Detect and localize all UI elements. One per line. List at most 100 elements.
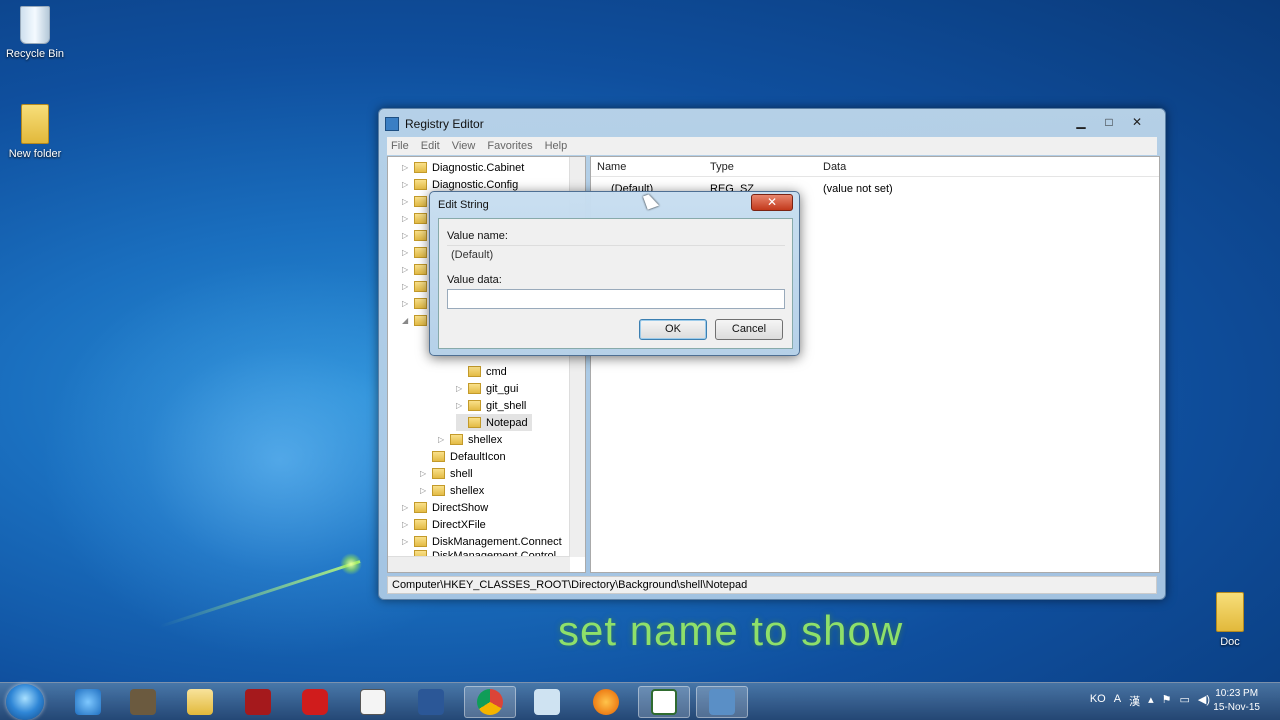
expand-arrow-icon[interactable]: ▷ (402, 299, 412, 308)
desktop-icon-label: New folder (8, 148, 62, 160)
expand-arrow-icon[interactable]: ▷ (402, 248, 412, 257)
tree-item[interactable]: ▷ git_gui (456, 380, 518, 397)
taskbar-chrome[interactable] (464, 686, 516, 718)
expand-arrow-icon[interactable]: ▷ (402, 180, 412, 189)
tree-item[interactable]: ▷ (402, 193, 432, 210)
folder-icon (414, 298, 427, 309)
folder-icon (468, 383, 481, 394)
menu-favorites[interactable]: Favorites (487, 140, 532, 152)
folder-icon (414, 179, 427, 190)
maximize-button[interactable]: □ (1095, 113, 1123, 131)
menu-help[interactable]: Help (545, 140, 568, 152)
expand-arrow-icon[interactable]: ▷ (402, 265, 412, 274)
expand-arrow-icon[interactable]: ▷ (402, 282, 412, 291)
tree-item[interactable]: ▷ DiskManagement.Connect (402, 533, 562, 550)
taskbar-book-app[interactable] (232, 686, 284, 718)
taskbar-calendar[interactable] (347, 686, 399, 718)
menu-file[interactable]: File (391, 140, 409, 152)
folder-icon (21, 104, 49, 144)
expand-arrow-icon[interactable]: ▷ (402, 520, 412, 529)
folder-icon (1216, 592, 1244, 632)
volume-icon[interactable]: ◀) (1198, 693, 1210, 709)
edit-string-dialog[interactable]: Edit String ✕ Value name: (Default) Valu… (429, 191, 800, 356)
minimize-button[interactable]: ▁ (1067, 113, 1095, 131)
expand-arrow-icon[interactable]: ▷ (402, 214, 412, 223)
tree-item[interactable]: cmd (456, 363, 507, 380)
expand-arrow-icon[interactable]: ▷ (456, 401, 466, 410)
expand-arrow-icon[interactable]: ▷ (402, 231, 412, 240)
tree-item[interactable]: ▷ (402, 227, 432, 244)
value-data-label: Value data: (447, 274, 502, 286)
tree-item[interactable]: DefaultIcon (420, 448, 506, 465)
tree-item[interactable]: ▷ (402, 278, 432, 295)
expand-arrow-icon[interactable]: ▷ (420, 469, 430, 478)
tree-horizontal-scrollbar[interactable] (388, 556, 570, 572)
expand-arrow-icon[interactable]: ▷ (456, 384, 466, 393)
close-button[interactable]: ✕ (1123, 113, 1151, 131)
folder-icon (414, 281, 427, 292)
expand-arrow-icon[interactable]: ▷ (402, 537, 412, 546)
desktop-icon-doc[interactable]: Doc (1195, 592, 1265, 648)
expand-arrow-icon[interactable]: ▷ (402, 163, 412, 172)
folder-icon (432, 468, 445, 479)
tree-item[interactable]: ▷ shellex (438, 431, 502, 448)
folder-icon (414, 519, 427, 530)
expand-arrow-icon[interactable]: ▷ (402, 197, 412, 206)
menu-view[interactable]: View (452, 140, 476, 152)
taskbar-red-c-app[interactable] (289, 686, 341, 718)
tray-language[interactable]: KO (1090, 693, 1106, 709)
taskbar-app-1[interactable] (117, 686, 169, 718)
chrome-icon (477, 689, 503, 715)
column-data[interactable]: Data (823, 161, 846, 173)
clock[interactable]: 10:23 PM 15-Nov-15 (1213, 687, 1260, 715)
column-type[interactable]: Type (710, 161, 734, 173)
expand-arrow-icon[interactable]: ▷ (420, 486, 430, 495)
tree-item[interactable]: ▷ Diagnostic.Cabinet (402, 159, 524, 176)
expand-arrow-icon[interactable]: ▷ (402, 503, 412, 512)
tree-item[interactable]: ▷ (402, 244, 432, 261)
taskbar-regedit[interactable] (696, 686, 748, 718)
tree-item[interactable]: ▷ (402, 295, 432, 312)
column-name[interactable]: Name (597, 161, 626, 173)
folder-icon (414, 230, 427, 241)
expand-arrow-icon[interactable]: ▷ (438, 435, 448, 444)
tray-ime-mode[interactable]: A (1114, 693, 1121, 709)
window-titlebar[interactable]: Registry Editor ▁ □ ✕ (385, 113, 1159, 135)
tree-item-label: git_gui (486, 382, 519, 395)
tray-hanja[interactable]: 漢 (1129, 693, 1140, 709)
dialog-close-button[interactable]: ✕ (751, 194, 793, 211)
action-center-icon[interactable]: ⚑ (1162, 693, 1172, 709)
tree-item[interactable]: ▷ DirectShow (402, 499, 488, 516)
desktop-icon-new-folder[interactable]: New folder (0, 104, 70, 160)
word-icon (418, 689, 444, 715)
start-button[interactable] (6, 684, 44, 720)
menu-edit[interactable]: Edit (421, 140, 440, 152)
tree-item[interactable]: ▷ shell (420, 465, 473, 482)
tree-item[interactable]: ▷ shellex (420, 482, 484, 499)
cancel-button[interactable]: Cancel (715, 319, 783, 340)
taskbar-word[interactable] (405, 686, 457, 718)
tree-item-selected[interactable]: Notepad (456, 414, 532, 431)
tree-item[interactable]: ▷ (402, 261, 432, 278)
desktop-icon-label: Doc (1220, 636, 1240, 648)
tree-item[interactable]: ◢ (402, 312, 432, 329)
tree-item-label: Diagnostic.Cabinet (432, 161, 525, 174)
taskbar-paint[interactable] (521, 686, 573, 718)
tree-item[interactable]: ▷ git_shell (456, 397, 526, 414)
ok-button[interactable]: OK (639, 319, 707, 340)
tree-item[interactable]: ▷ DirectXFile (402, 516, 486, 533)
value-data-input[interactable] (447, 289, 785, 309)
taskbar-internet-explorer[interactable] (62, 686, 114, 718)
tree-item-label: cmd (486, 365, 507, 378)
folder-icon (468, 400, 481, 411)
tray-expand-icon[interactable]: ▴ (1148, 693, 1154, 709)
network-icon[interactable]: ▭ (1179, 693, 1189, 709)
tree-item[interactable]: ▷ (402, 210, 432, 227)
collapse-arrow-icon[interactable]: ◢ (402, 316, 412, 325)
taskbar-c-editor[interactable] (638, 686, 690, 718)
taskbar-file-explorer[interactable] (174, 686, 226, 718)
desktop-icon-recycle-bin[interactable]: Recycle Bin (0, 6, 70, 60)
regedit-icon (385, 117, 399, 131)
taskbar-firefox[interactable] (580, 686, 632, 718)
folder-icon (432, 451, 445, 462)
